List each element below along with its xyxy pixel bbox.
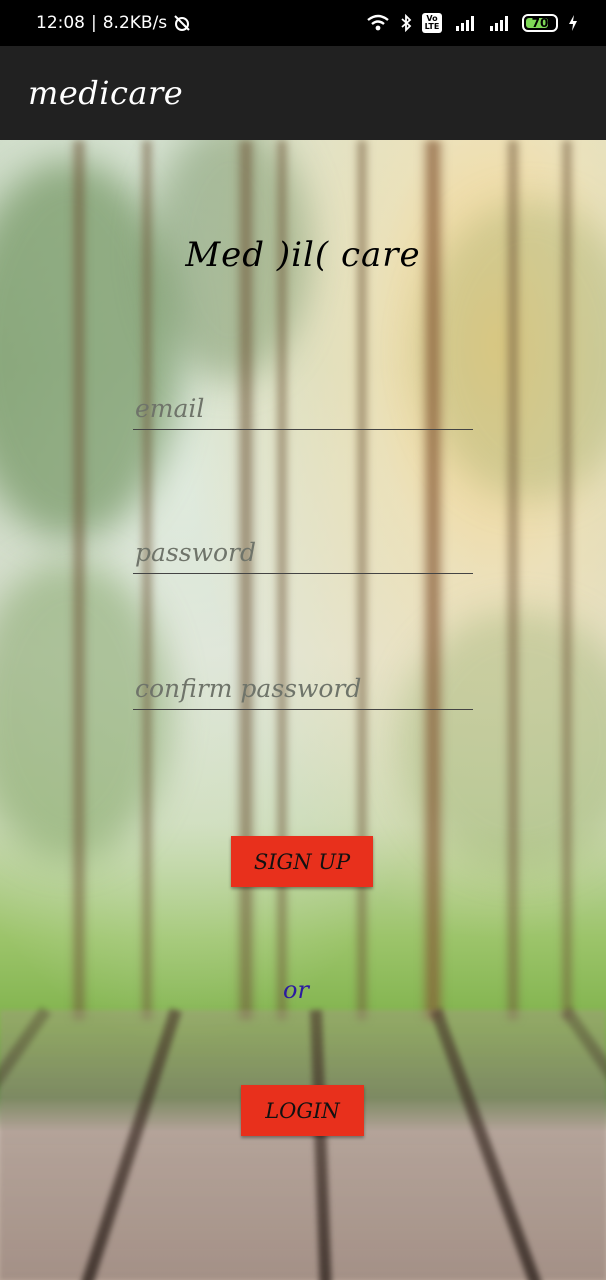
email-input[interactable] xyxy=(133,388,473,429)
status-time: 12:08 xyxy=(36,13,85,33)
status-separator-icon: | xyxy=(91,13,97,33)
status-right: Vo LTE 70 xyxy=(366,13,578,33)
volte-icon: Vo LTE xyxy=(422,13,442,33)
brand-title: Med )il( care xyxy=(185,235,421,275)
bluetooth-icon xyxy=(400,14,412,32)
battery-level: 70 xyxy=(531,16,549,30)
or-separator: or xyxy=(283,976,309,1004)
app-title: medicare xyxy=(28,74,184,112)
signal-4g-icon xyxy=(452,14,478,32)
confirm-password-input[interactable] xyxy=(133,668,473,709)
wifi-icon xyxy=(366,14,390,32)
battery-icon: 70 xyxy=(522,14,558,32)
charging-icon xyxy=(568,14,578,32)
status-network-speed: 8.2KB/s xyxy=(102,13,168,33)
app-bar: medicare xyxy=(0,46,606,140)
email-field[interactable] xyxy=(133,388,473,430)
status-bar: 12:08 | 8.2KB/s Vo LTE 70 xyxy=(0,0,606,46)
confirm-password-field[interactable] xyxy=(133,668,473,710)
status-left: 12:08 | 8.2KB/s xyxy=(36,13,191,33)
password-field[interactable] xyxy=(133,532,473,574)
password-input[interactable] xyxy=(133,532,473,573)
sign-up-button[interactable]: SIGN UP xyxy=(231,836,373,887)
alarm-off-icon xyxy=(173,14,191,32)
login-button[interactable]: LOGIN xyxy=(241,1085,364,1136)
signal-icon xyxy=(488,14,512,32)
